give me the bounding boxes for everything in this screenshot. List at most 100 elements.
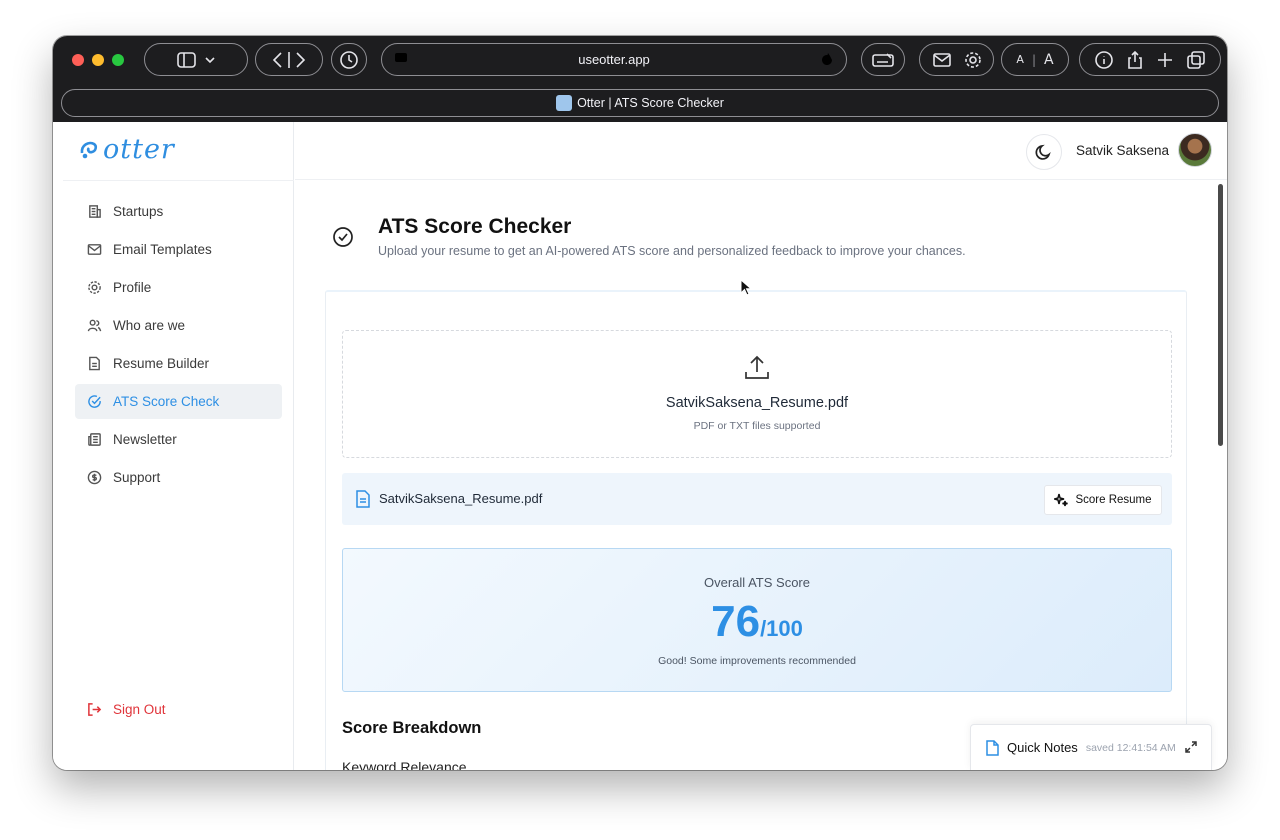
mouse-cursor-icon bbox=[740, 279, 752, 296]
keyboard-icon bbox=[872, 52, 894, 67]
sparkles-icon bbox=[1054, 493, 1069, 507]
text-smaller-button[interactable]: A bbox=[1016, 53, 1024, 66]
ats-card: SatvikSaksena_Resume.pdf PDF or TXT file… bbox=[325, 290, 1187, 770]
score-message: Good! Some improvements recommended bbox=[658, 655, 856, 667]
otter-favicon-icon bbox=[556, 95, 573, 111]
url-text: useotter.app bbox=[578, 52, 650, 67]
expand-icon[interactable] bbox=[1185, 741, 1197, 753]
top-header: Satvik Saksena bbox=[295, 122, 1227, 180]
back-forward-icon bbox=[272, 51, 306, 68]
sidebar-icon bbox=[177, 51, 215, 68]
sidebar-item-label: Startups bbox=[113, 204, 164, 219]
breakdown-item-keyword-relevance: Keyword Relevance bbox=[342, 759, 467, 770]
close-window-button[interactable] bbox=[72, 54, 84, 66]
tab-bar: Otter | ATS Score Checker bbox=[53, 86, 1227, 122]
sidebar-item-resume-builder[interactable]: Resume Builder bbox=[75, 346, 282, 381]
dropzone-hint: PDF or TXT files supported bbox=[693, 420, 821, 432]
browser-toolbar: useotter.app A | A bbox=[53, 36, 1227, 86]
sidebar-item-startups[interactable]: Startups bbox=[75, 194, 282, 229]
sidebar-item-profile[interactable]: Profile bbox=[75, 270, 282, 305]
resume-dropzone[interactable]: SatvikSaksena_Resume.pdf PDF or TXT file… bbox=[342, 330, 1172, 458]
score-breakdown-title: Score Breakdown bbox=[342, 719, 482, 737]
reload-icon[interactable] bbox=[818, 51, 836, 69]
gear-icon[interactable] bbox=[964, 51, 982, 69]
sidebar-item-newsletter[interactable]: Newsletter bbox=[75, 422, 282, 457]
score-max: /100 bbox=[760, 616, 803, 641]
quick-notes-panel[interactable]: Quick Notes saved 12:41:54 AM bbox=[970, 724, 1212, 770]
divider: | bbox=[1031, 52, 1036, 67]
selected-file-row: SatvikSaksena_Resume.pdf Score Resume bbox=[342, 473, 1172, 525]
sidebar-nav: Startups Email Templates Profile Who are… bbox=[75, 194, 282, 498]
selected-file-name: SatvikSaksena_Resume.pdf bbox=[379, 491, 543, 506]
text-size-controls[interactable]: A | A bbox=[1001, 43, 1069, 76]
tab-title: Otter | ATS Score Checker bbox=[577, 96, 724, 110]
theme-toggle-button[interactable] bbox=[1026, 134, 1062, 170]
page-subtitle: Upload your resume to get an AI-powered … bbox=[378, 244, 966, 258]
score-resume-label: Score Resume bbox=[1075, 494, 1152, 506]
sidebar-divider bbox=[63, 180, 294, 181]
page-menu-icon[interactable] bbox=[392, 51, 410, 69]
sidebar-toggle-button[interactable] bbox=[144, 43, 248, 76]
score-display: 76/100 bbox=[343, 597, 1171, 647]
minimize-window-button[interactable] bbox=[92, 54, 104, 66]
score-label: Overall ATS Score bbox=[704, 575, 810, 590]
check-circle-icon bbox=[333, 227, 353, 247]
users-icon bbox=[87, 319, 102, 332]
otter-logo-icon bbox=[80, 141, 98, 158]
main-content: ATS Score Checker Upload your resume to … bbox=[295, 181, 1220, 770]
scrollbar[interactable] bbox=[1218, 184, 1223, 446]
score-value: 76 bbox=[711, 597, 761, 646]
tabs-overview-icon[interactable] bbox=[1186, 50, 1206, 70]
sign-out-button[interactable]: Sign Out bbox=[87, 702, 166, 717]
share-icon[interactable] bbox=[1126, 50, 1144, 70]
extension-button[interactable] bbox=[861, 43, 905, 76]
page-title-icon bbox=[332, 226, 354, 253]
dropzone-file-name: SatvikSaksena_Resume.pdf bbox=[665, 395, 849, 411]
file-icon bbox=[356, 490, 370, 508]
note-icon bbox=[986, 739, 999, 756]
upload-icon bbox=[745, 355, 769, 379]
check-circle-icon bbox=[88, 395, 101, 408]
sidebar-item-label: Email Templates bbox=[113, 242, 212, 257]
otter-logo[interactable]: otter bbox=[79, 134, 175, 165]
text-larger-button[interactable]: A bbox=[1044, 52, 1054, 68]
sidebar-item-who-are-we[interactable]: Who are we bbox=[75, 308, 282, 343]
overall-score-panel: Overall ATS Score 76/100 Good! Some impr… bbox=[342, 548, 1172, 692]
support-icon bbox=[87, 470, 102, 485]
sidebar: otter Startups Email Templates Profile W… bbox=[63, 122, 294, 770]
new-tab-icon[interactable] bbox=[1156, 51, 1174, 69]
avatar[interactable] bbox=[1178, 133, 1212, 167]
quick-notes-title: Quick Notes bbox=[1007, 740, 1078, 755]
info-icon[interactable] bbox=[1094, 50, 1114, 70]
sidebar-item-support[interactable]: Support bbox=[75, 460, 282, 495]
sidebar-item-label: Who are we bbox=[113, 318, 186, 333]
extensions-group[interactable] bbox=[919, 43, 994, 76]
moon-icon bbox=[1035, 144, 1051, 160]
back-forward-buttons[interactable] bbox=[255, 43, 323, 76]
mail-icon[interactable] bbox=[932, 52, 952, 68]
file-icon-wrap bbox=[355, 490, 371, 513]
sidebar-item-label: Newsletter bbox=[113, 432, 177, 447]
sidebar-item-ats-score-check[interactable]: ATS Score Check bbox=[75, 384, 282, 419]
logout-icon bbox=[88, 703, 102, 716]
brand-name: otter bbox=[103, 134, 175, 165]
user-name: Satvik Saksena bbox=[1076, 143, 1170, 158]
history-button[interactable] bbox=[331, 43, 367, 76]
building-icon bbox=[89, 205, 101, 218]
tab-otter[interactable]: Otter | ATS Score Checker bbox=[61, 89, 1219, 117]
browser-window: useotter.app A | A Otter | ATS Score Che… bbox=[53, 36, 1227, 770]
sidebar-item-label: Support bbox=[113, 470, 161, 485]
page-title: ATS Score Checker bbox=[378, 215, 572, 238]
sidebar-item-label: Profile bbox=[113, 280, 152, 295]
upload-icon-wrap bbox=[742, 353, 772, 388]
mail-icon bbox=[87, 244, 102, 255]
maximize-window-button[interactable] bbox=[112, 54, 124, 66]
address-bar[interactable]: useotter.app bbox=[381, 43, 847, 76]
score-resume-button[interactable]: Score Resume bbox=[1044, 485, 1162, 515]
app-area: otter Startups Email Templates Profile W… bbox=[53, 122, 1227, 770]
document-icon bbox=[89, 356, 100, 371]
gear-icon bbox=[88, 281, 101, 294]
newspaper-icon bbox=[88, 433, 101, 446]
sidebar-item-email-templates[interactable]: Email Templates bbox=[75, 232, 282, 267]
browser-actions bbox=[1079, 43, 1221, 76]
